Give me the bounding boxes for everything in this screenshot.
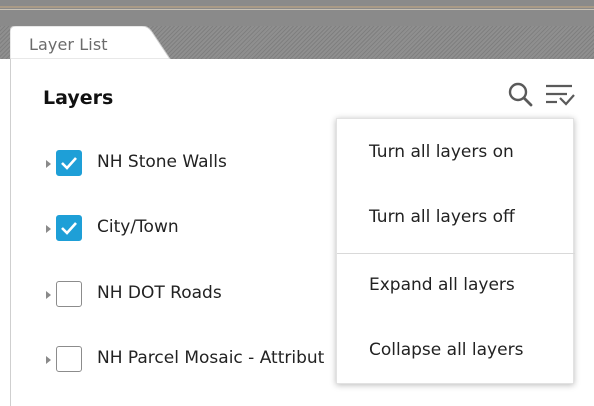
layer-row-parcel-mosaic[interactable]: NH Parcel Mosaic - Attribut [11,337,341,381]
tab-label: Layer List [29,35,108,54]
filter-menu-icon[interactable] [543,81,577,109]
menu-item-label: Expand all layers [369,275,515,295]
tab-layer-list[interactable]: Layer List [10,26,178,59]
check-icon [61,222,77,235]
layer-checkbox[interactable] [56,150,82,176]
expand-arrow-icon[interactable] [44,159,54,169]
menu-item-label: Turn all layers off [369,207,515,227]
menu-item-collapse-all[interactable]: Collapse all layers [337,322,575,378]
layer-label: City/Town [97,217,179,237]
expand-arrow-icon[interactable] [44,290,54,300]
layer-label: NH Stone Walls [97,152,227,172]
top-bar-accent-line [0,6,594,8]
layer-row-city-town[interactable]: City/Town [11,206,341,250]
menu-item-turn-all-on[interactable]: Turn all layers on [337,124,575,180]
check-icon [61,157,77,170]
menu-item-label: Turn all layers on [369,142,514,162]
top-bar-highlight-line [0,9,594,10]
layer-label: NH DOT Roads [97,283,222,303]
layer-label: NH Parcel Mosaic - Attribut [97,348,325,368]
expand-arrow-icon[interactable] [44,355,54,365]
layer-checkbox[interactable] [56,346,82,372]
menu-item-turn-all-off[interactable]: Turn all layers off [337,189,575,245]
top-bar [0,0,594,26]
layer-checkbox[interactable] [56,281,82,307]
layer-row-dot-roads[interactable]: NH DOT Roads [11,272,341,316]
menu-item-expand-all[interactable]: Expand all layers [337,257,575,313]
panel-title: Layers [43,87,114,109]
layer-row-stone-walls[interactable]: NH Stone Walls [11,141,341,185]
expand-arrow-icon[interactable] [44,224,54,234]
layer-checkbox[interactable] [56,215,82,241]
menu-divider [337,253,575,254]
menu-item-label: Collapse all layers [369,340,524,360]
search-icon[interactable] [507,81,535,109]
layer-options-menu: Turn all layers on Turn all layers off E… [336,118,575,384]
